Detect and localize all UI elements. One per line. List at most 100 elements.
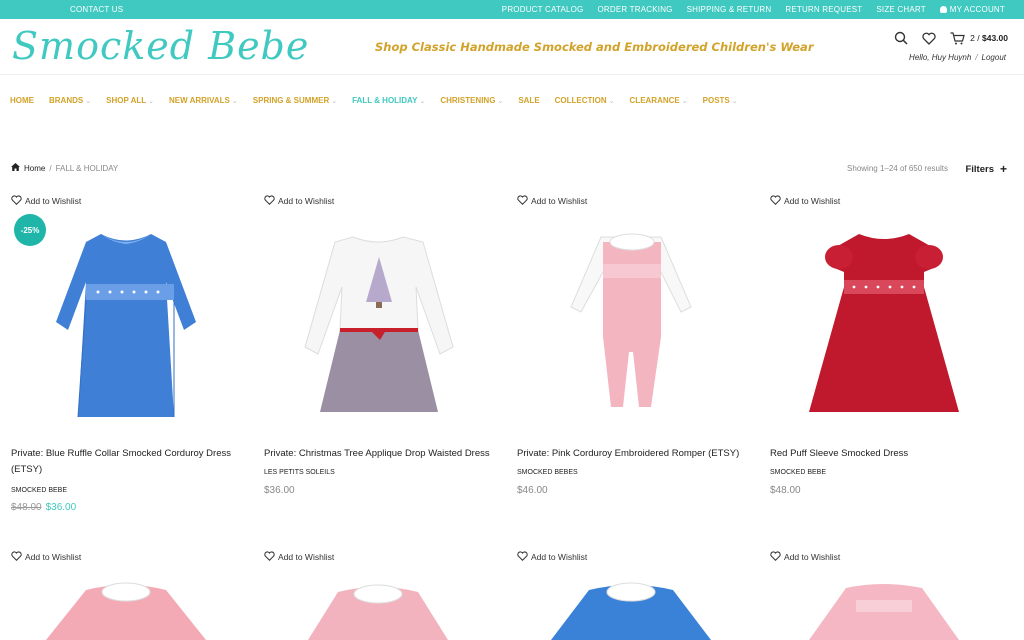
product-image[interactable]: [258, 212, 498, 442]
cart-separator: /: [974, 33, 982, 43]
nav-posts[interactable]: POSTS ⌄: [703, 96, 738, 114]
cart-button[interactable]: 2 / $43.00: [950, 31, 1008, 45]
nav-home[interactable]: HOME: [10, 96, 34, 114]
current-price: $46.00: [517, 485, 548, 496]
product-card[interactable]: Add to Wishlist: [770, 551, 1010, 563]
nav-sale[interactable]: SALE: [518, 96, 539, 114]
product-card[interactable]: Add to Wishlist: [770, 195, 1010, 207]
product-image[interactable]: [764, 212, 1004, 442]
current-price: $36.00: [264, 485, 295, 496]
product-image[interactable]: [764, 580, 1004, 640]
product-image[interactable]: [6, 580, 246, 640]
order-tracking-link[interactable]: ORDER TRACKING: [597, 5, 672, 14]
heart-icon: [770, 195, 781, 207]
product-price: $48.00: [770, 485, 801, 496]
chevron-down-icon: ⌄: [331, 98, 338, 105]
add-to-wishlist[interactable]: Add to Wishlist: [11, 551, 251, 563]
my-account-link[interactable]: MY ACCOUNT: [939, 5, 1005, 14]
search-icon[interactable]: [894, 31, 908, 45]
product-name[interactable]: Private: Pink Corduroy Embroidered Rompe…: [517, 446, 757, 462]
breadcrumb-separator: /: [49, 163, 52, 173]
site-tagline: Shop Classic Handmade Smocked and Embroi…: [375, 40, 814, 54]
heart-icon: [517, 551, 528, 563]
add-to-wishlist[interactable]: Add to Wishlist: [770, 195, 1010, 207]
heart-icon: [264, 195, 275, 207]
product-price: $46.00: [517, 485, 548, 496]
product-brand[interactable]: SMOCKED BEBE: [770, 469, 826, 476]
add-to-wishlist[interactable]: Add to Wishlist: [770, 551, 1010, 563]
product-card[interactable]: Add to Wishlist: [11, 551, 251, 563]
heart-icon: [770, 551, 781, 563]
chevron-down-icon: ⌄: [497, 98, 504, 105]
product-image[interactable]: [6, 212, 246, 442]
heart-icon: [11, 195, 22, 207]
product-name[interactable]: Private: Blue Ruffle Collar Smocked Cord…: [11, 446, 246, 478]
nav-christening[interactable]: CHRISTENING ⌄: [440, 96, 503, 114]
chevron-down-icon: ⌄: [85, 98, 92, 105]
product-brand[interactable]: SMOCKED BEBE: [11, 487, 67, 494]
nav-brands[interactable]: BRANDS ⌄: [49, 96, 91, 114]
filters-button[interactable]: Filters +: [965, 162, 1007, 176]
nav-spring-summer[interactable]: SPRING & SUMMER ⌄: [253, 96, 337, 114]
nav-new-arrivals[interactable]: NEW ARRIVALS ⌄: [169, 96, 238, 114]
greeting-text: Hello, Huy Huynh: [909, 53, 972, 62]
product-card[interactable]: Add to Wishlist: [264, 195, 504, 207]
greeting-separator: /: [975, 53, 978, 62]
product-image[interactable]: [258, 580, 498, 640]
user-icon: [939, 6, 947, 13]
home-icon: [11, 163, 20, 173]
chevron-down-icon: ⌄: [148, 98, 154, 105]
nav-shop-all[interactable]: SHOP ALL ⌄: [106, 96, 154, 114]
nav-fall-holiday[interactable]: FALL & HOLIDAY ⌄: [352, 96, 425, 114]
site-header: Smocked Bebe Shop Classic Handmade Smock…: [0, 19, 1024, 75]
product-brand[interactable]: LES PETITS SOLEILS: [264, 469, 335, 476]
site-logo[interactable]: Smocked Bebe: [12, 24, 309, 68]
heart-icon: [517, 195, 528, 207]
breadcrumb: Home / FALL & HOLIDAY: [11, 163, 118, 173]
main-nav: HOME BRANDS ⌄ SHOP ALL ⌄ NEW ARRIVALS ⌄ SPR…: [0, 96, 1024, 114]
top-bar: CONTACT US PRODUCT CATALOG ORDER TRACKIN…: [0, 0, 1024, 19]
heart-icon[interactable]: [922, 32, 936, 45]
cart-icon: [950, 31, 965, 45]
current-price: $48.00: [770, 485, 801, 496]
product-name[interactable]: Red Puff Sleeve Smocked Dress: [770, 446, 1010, 462]
product-image[interactable]: [511, 212, 751, 442]
add-to-wishlist[interactable]: Add to Wishlist: [264, 195, 504, 207]
chevron-down-icon: ⌄: [231, 98, 238, 105]
product-price: $48.00 $36.00: [11, 502, 76, 513]
product-catalog-link[interactable]: PRODUCT CATALOG: [502, 5, 584, 14]
product-price: $36.00: [264, 485, 295, 496]
product-name[interactable]: Private: Christmas Tree Applique Drop Wa…: [264, 446, 504, 462]
add-to-wishlist[interactable]: Add to Wishlist: [11, 195, 251, 207]
cart-summary: 2 / $43.00: [970, 33, 1008, 43]
product-card[interactable]: Add to Wishlist: [517, 195, 757, 207]
add-to-wishlist[interactable]: Add to Wishlist: [264, 551, 504, 563]
chevron-down-icon: ⌄: [419, 98, 426, 105]
old-price: $48.00: [11, 502, 42, 513]
add-to-wishlist[interactable]: Add to Wishlist: [517, 551, 757, 563]
header-icons: 2 / $43.00: [894, 31, 1008, 45]
contact-us-link[interactable]: CONTACT US: [70, 5, 123, 14]
plus-icon: +: [999, 162, 1007, 176]
product-brand[interactable]: SMOCKED BEBES: [517, 469, 578, 476]
product-card[interactable]: Add to Wishlist: [264, 551, 504, 563]
return-request-link[interactable]: RETURN REQUEST: [785, 5, 862, 14]
user-greeting: Hello, Huy Huynh / Logout: [909, 53, 1006, 62]
cart-total: $43.00: [982, 33, 1008, 43]
results-count: Showing 1–24 of 650 results: [847, 164, 948, 173]
sale-price: $36.00: [45, 502, 77, 513]
breadcrumb-home[interactable]: Home: [24, 164, 45, 173]
heart-icon: [264, 551, 275, 563]
shipping-return-link[interactable]: SHIPPING & RETURN: [687, 5, 772, 14]
nav-collection[interactable]: COLLECTION ⌄: [555, 96, 615, 114]
chevron-down-icon: ⌄: [681, 98, 688, 105]
discount-badge: -25%: [14, 214, 46, 246]
nav-clearance[interactable]: CLEARANCE ⌄: [630, 96, 688, 114]
product-image[interactable]: [511, 580, 751, 640]
size-chart-link[interactable]: SIZE CHART: [876, 5, 925, 14]
product-card[interactable]: Add to Wishlist: [11, 195, 251, 207]
breadcrumb-current: FALL & HOLIDAY: [55, 163, 119, 173]
add-to-wishlist[interactable]: Add to Wishlist: [517, 195, 757, 207]
logout-link[interactable]: Logout: [982, 53, 1006, 62]
product-card[interactable]: Add to Wishlist: [517, 551, 757, 563]
